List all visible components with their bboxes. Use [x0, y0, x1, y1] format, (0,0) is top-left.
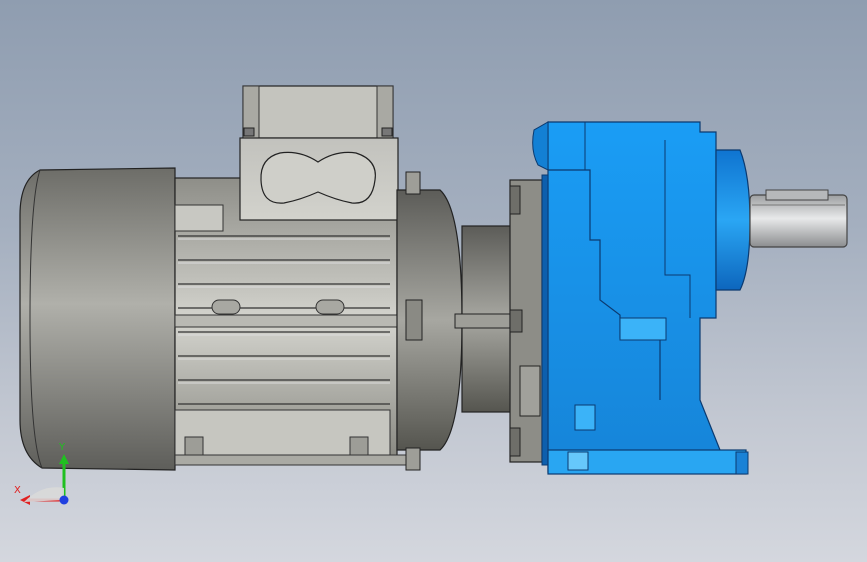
triad-plane-marker [24, 487, 64, 502]
y-axis-arrowhead [59, 454, 69, 464]
graphics-viewport[interactable]: Y X [0, 0, 867, 562]
motor-flange [396, 171, 463, 471]
gearbox-housing [532, 121, 751, 475]
model-view[interactable] [0, 0, 867, 562]
x-axis-label: X [14, 485, 21, 496]
adapter-housing [454, 179, 543, 463]
y-axis-label: Y [59, 442, 66, 453]
terminal-box [239, 85, 399, 221]
output-shaft [749, 189, 848, 248]
z-axis-dot [59, 495, 69, 505]
view-orientation-triad: Y X [12, 440, 72, 510]
motor-end-cap [19, 167, 176, 471]
motor-body [174, 177, 408, 466]
